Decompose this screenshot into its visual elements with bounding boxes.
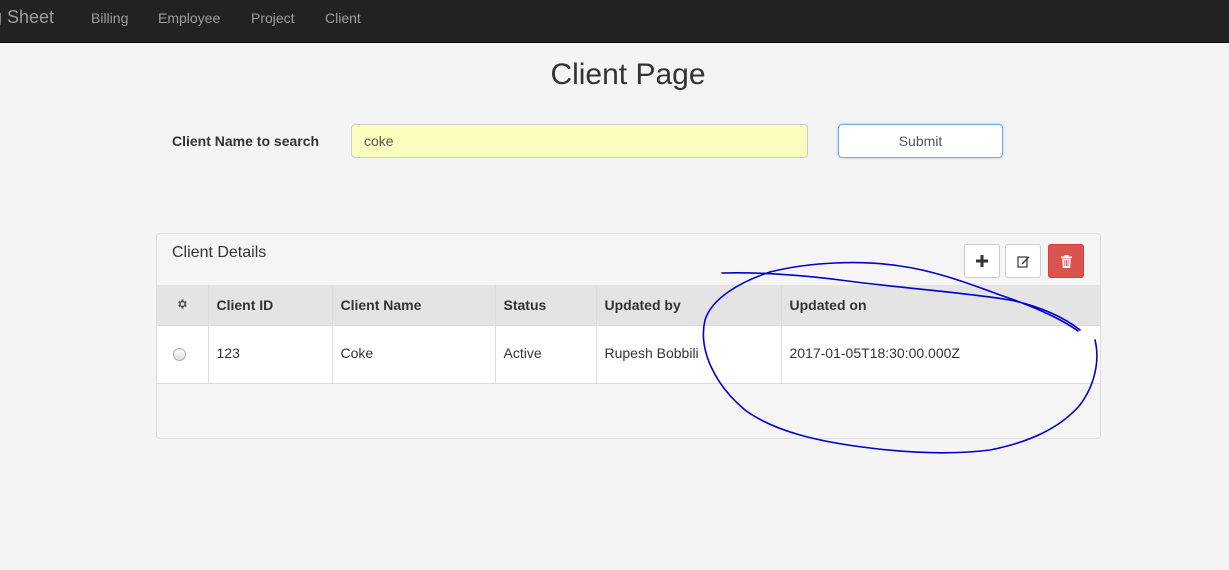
cell-updated-on: 2017-01-05T18:30:00.000Z <box>781 325 1100 384</box>
table-header-row: Client ID Client Name Status Updated by … <box>157 285 1100 326</box>
plus-icon <box>976 255 988 267</box>
gear-icon <box>178 299 188 309</box>
column-header-status[interactable]: Status <box>495 285 597 326</box>
client-search-input[interactable] <box>351 124 808 158</box>
column-header-updated-by[interactable]: Updated by <box>596 285 782 326</box>
nav-client[interactable]: Client <box>325 10 361 26</box>
submit-button[interactable]: Submit <box>838 124 1003 158</box>
edit-icon <box>1016 255 1029 268</box>
client-details-panel: Client Details Client ID Client Name Sta… <box>156 233 1101 439</box>
nav-employee[interactable]: Employee <box>158 10 220 26</box>
nav-billing[interactable]: Billing <box>91 10 128 26</box>
top-navbar: g Sheet Billing Employee Project Client <box>0 0 1229 43</box>
nav-project[interactable]: Project <box>251 10 295 26</box>
navbar-brand[interactable]: g Sheet <box>0 7 54 28</box>
row-select-cell[interactable] <box>157 325 209 384</box>
delete-button[interactable] <box>1048 244 1084 278</box>
column-header-updated-on[interactable]: Updated on <box>781 285 1100 326</box>
panel-title: Client Details <box>172 244 267 261</box>
column-header-client-id[interactable]: Client ID <box>208 285 333 326</box>
cell-status: Active <box>495 325 597 384</box>
cell-client-name: Coke <box>332 325 496 384</box>
column-header-client-name[interactable]: Client Name <box>332 285 496 326</box>
cell-updated-by: Rupesh Bobbili <box>596 325 782 384</box>
client-table: Client ID Client Name Status Updated by … <box>157 285 1100 384</box>
row-radio-button[interactable] <box>173 348 186 361</box>
page-title: Client Page <box>550 58 706 91</box>
table-row[interactable]: 123 Coke Active Rupesh Bobbili 2017-01-0… <box>157 325 1100 384</box>
trash-icon <box>1060 254 1072 268</box>
settings-column-header[interactable] <box>157 285 209 326</box>
cell-client-id: 123 <box>208 325 333 384</box>
edit-button[interactable] <box>1005 244 1041 278</box>
add-button[interactable] <box>964 244 1000 278</box>
search-label: Client Name to search <box>172 133 320 149</box>
